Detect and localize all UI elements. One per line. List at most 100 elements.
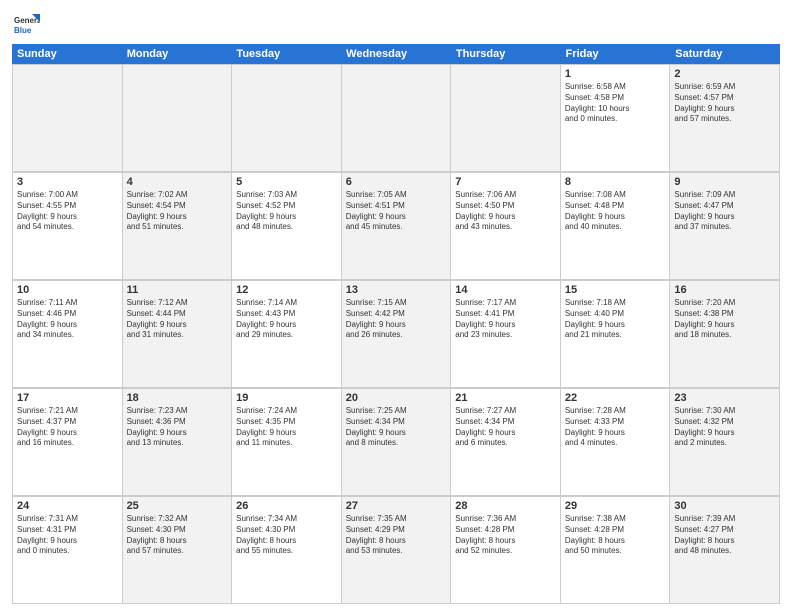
day-number: 5 bbox=[236, 176, 337, 188]
weekday-header: Wednesday bbox=[341, 44, 451, 64]
day-number: 3 bbox=[17, 176, 118, 188]
day-number: 26 bbox=[236, 500, 337, 512]
day-info: Sunrise: 7:24 AM Sunset: 4:35 PM Dayligh… bbox=[236, 406, 337, 449]
calendar-cell: 5 Sunrise: 7:03 AM Sunset: 4:52 PM Daylig… bbox=[232, 173, 342, 280]
day-number: 2 bbox=[674, 68, 775, 80]
calendar-cell: 25 Sunrise: 7:32 AM Sunset: 4:30 PM Dayli… bbox=[123, 497, 233, 604]
day-number: 23 bbox=[674, 392, 775, 404]
calendar-row: 24 Sunrise: 7:31 AM Sunset: 4:31 PM Dayli… bbox=[12, 496, 780, 604]
calendar-cell: 16 Sunrise: 7:20 AM Sunset: 4:38 PM Dayli… bbox=[670, 281, 780, 388]
calendar-row: 1Sunrise: 6:58 AM Sunset: 4:58 PM Daylig… bbox=[12, 64, 780, 172]
day-number: 14 bbox=[455, 284, 556, 296]
day-info: Sunrise: 7:03 AM Sunset: 4:52 PM Dayligh… bbox=[236, 190, 337, 233]
day-number: 7 bbox=[455, 176, 556, 188]
calendar-cell bbox=[451, 65, 561, 172]
calendar-row: 10 Sunrise: 7:11 AM Sunset: 4:46 PM Dayli… bbox=[12, 280, 780, 388]
weekday-header: Friday bbox=[561, 44, 671, 64]
day-info: Sunrise: 7:08 AM Sunset: 4:48 PM Dayligh… bbox=[565, 190, 666, 233]
day-number: 10 bbox=[17, 284, 118, 296]
calendar-cell: 22Sunrise: 7:28 AM Sunset: 4:33 PM Dayli… bbox=[561, 389, 671, 496]
day-info: Sunrise: 6:58 AM Sunset: 4:58 PM Dayligh… bbox=[565, 82, 666, 125]
svg-text:Blue: Blue bbox=[14, 26, 32, 35]
calendar-cell: 30Sunrise: 7:39 AM Sunset: 4:27 PM Dayli… bbox=[670, 497, 780, 604]
calendar-cell: 11 Sunrise: 7:12 AM Sunset: 4:44 PM Dayli… bbox=[123, 281, 233, 388]
logo-icon: General Blue bbox=[12, 10, 40, 38]
day-number: 28 bbox=[455, 500, 556, 512]
calendar-cell: 6Sunrise: 7:05 AM Sunset: 4:51 PM Daylig… bbox=[342, 173, 452, 280]
calendar-cell: 26 Sunrise: 7:34 AM Sunset: 4:30 PM Dayli… bbox=[232, 497, 342, 604]
calendar-cell: 2 Sunrise: 6:59 AM Sunset: 4:57 PM Daylig… bbox=[670, 65, 780, 172]
day-info: Sunrise: 7:25 AM Sunset: 4:34 PM Dayligh… bbox=[346, 406, 447, 449]
day-info: Sunrise: 7:14 AM Sunset: 4:43 PM Dayligh… bbox=[236, 298, 337, 341]
calendar: SundayMondayTuesdayWednesdayThursdayFrid… bbox=[12, 44, 780, 604]
weekday-header: Tuesday bbox=[231, 44, 341, 64]
day-info: Sunrise: 7:12 AM Sunset: 4:44 PM Dayligh… bbox=[127, 298, 228, 341]
calendar-cell: 1Sunrise: 6:58 AM Sunset: 4:58 PM Daylig… bbox=[561, 65, 671, 172]
day-number: 12 bbox=[236, 284, 337, 296]
calendar-cell: 9 Sunrise: 7:09 AM Sunset: 4:47 PM Daylig… bbox=[670, 173, 780, 280]
day-info: Sunrise: 7:06 AM Sunset: 4:50 PM Dayligh… bbox=[455, 190, 556, 233]
calendar-cell: 28 Sunrise: 7:36 AM Sunset: 4:28 PM Dayli… bbox=[451, 497, 561, 604]
day-info: Sunrise: 7:21 AM Sunset: 4:37 PM Dayligh… bbox=[17, 406, 118, 449]
calendar-cell: 15Sunrise: 7:18 AM Sunset: 4:40 PM Dayli… bbox=[561, 281, 671, 388]
day-number: 20 bbox=[346, 392, 447, 404]
calendar-cell bbox=[13, 65, 123, 172]
calendar-cell: 18 Sunrise: 7:23 AM Sunset: 4:36 PM Dayli… bbox=[123, 389, 233, 496]
calendar-cell: 17 Sunrise: 7:21 AM Sunset: 4:37 PM Dayli… bbox=[13, 389, 123, 496]
day-number: 17 bbox=[17, 392, 118, 404]
weekday-header: Sunday bbox=[12, 44, 122, 64]
calendar-cell: 14Sunrise: 7:17 AM Sunset: 4:41 PM Dayli… bbox=[451, 281, 561, 388]
day-number: 25 bbox=[127, 500, 228, 512]
day-info: Sunrise: 7:27 AM Sunset: 4:34 PM Dayligh… bbox=[455, 406, 556, 449]
day-info: Sunrise: 7:23 AM Sunset: 4:36 PM Dayligh… bbox=[127, 406, 228, 449]
calendar-header: SundayMondayTuesdayWednesdayThursdayFrid… bbox=[12, 44, 780, 64]
calendar-row: 17 Sunrise: 7:21 AM Sunset: 4:37 PM Dayli… bbox=[12, 388, 780, 496]
day-info: Sunrise: 7:02 AM Sunset: 4:54 PM Dayligh… bbox=[127, 190, 228, 233]
day-number: 9 bbox=[674, 176, 775, 188]
calendar-cell: 21 Sunrise: 7:27 AM Sunset: 4:34 PM Dayli… bbox=[451, 389, 561, 496]
calendar-cell: 19 Sunrise: 7:24 AM Sunset: 4:35 PM Dayli… bbox=[232, 389, 342, 496]
day-info: Sunrise: 7:30 AM Sunset: 4:32 PM Dayligh… bbox=[674, 406, 775, 449]
day-number: 16 bbox=[674, 284, 775, 296]
day-info: Sunrise: 7:35 AM Sunset: 4:29 PM Dayligh… bbox=[346, 514, 447, 557]
day-info: Sunrise: 7:20 AM Sunset: 4:38 PM Dayligh… bbox=[674, 298, 775, 341]
day-info: Sunrise: 7:34 AM Sunset: 4:30 PM Dayligh… bbox=[236, 514, 337, 557]
day-number: 8 bbox=[565, 176, 666, 188]
calendar-cell: 29Sunrise: 7:38 AM Sunset: 4:28 PM Dayli… bbox=[561, 497, 671, 604]
calendar-cell: 24 Sunrise: 7:31 AM Sunset: 4:31 PM Dayli… bbox=[13, 497, 123, 604]
day-info: Sunrise: 7:39 AM Sunset: 4:27 PM Dayligh… bbox=[674, 514, 775, 557]
day-info: Sunrise: 7:28 AM Sunset: 4:33 PM Dayligh… bbox=[565, 406, 666, 449]
day-info: Sunrise: 7:05 AM Sunset: 4:51 PM Dayligh… bbox=[346, 190, 447, 233]
day-number: 18 bbox=[127, 392, 228, 404]
weekday-header: Monday bbox=[122, 44, 232, 64]
calendar-cell: 13Sunrise: 7:15 AM Sunset: 4:42 PM Dayli… bbox=[342, 281, 452, 388]
calendar-cell bbox=[123, 65, 233, 172]
day-number: 11 bbox=[127, 284, 228, 296]
weekday-header: Saturday bbox=[670, 44, 780, 64]
day-number: 24 bbox=[17, 500, 118, 512]
day-number: 19 bbox=[236, 392, 337, 404]
day-info: Sunrise: 7:11 AM Sunset: 4:46 PM Dayligh… bbox=[17, 298, 118, 341]
day-info: Sunrise: 7:09 AM Sunset: 4:47 PM Dayligh… bbox=[674, 190, 775, 233]
day-number: 13 bbox=[346, 284, 447, 296]
day-info: Sunrise: 6:59 AM Sunset: 4:57 PM Dayligh… bbox=[674, 82, 775, 125]
calendar-row: 3 Sunrise: 7:00 AM Sunset: 4:55 PM Daylig… bbox=[12, 172, 780, 280]
calendar-body: 1Sunrise: 6:58 AM Sunset: 4:58 PM Daylig… bbox=[12, 64, 780, 604]
calendar-cell: 27 Sunrise: 7:35 AM Sunset: 4:29 PM Dayli… bbox=[342, 497, 452, 604]
calendar-cell: 4 Sunrise: 7:02 AM Sunset: 4:54 PM Daylig… bbox=[123, 173, 233, 280]
calendar-cell bbox=[232, 65, 342, 172]
day-info: Sunrise: 7:00 AM Sunset: 4:55 PM Dayligh… bbox=[17, 190, 118, 233]
day-info: Sunrise: 7:36 AM Sunset: 4:28 PM Dayligh… bbox=[455, 514, 556, 557]
logo: General Blue bbox=[12, 10, 44, 38]
calendar-cell: 10 Sunrise: 7:11 AM Sunset: 4:46 PM Dayli… bbox=[13, 281, 123, 388]
calendar-cell: 12 Sunrise: 7:14 AM Sunset: 4:43 PM Dayli… bbox=[232, 281, 342, 388]
day-info: Sunrise: 7:32 AM Sunset: 4:30 PM Dayligh… bbox=[127, 514, 228, 557]
weekday-header: Thursday bbox=[451, 44, 561, 64]
calendar-cell bbox=[342, 65, 452, 172]
calendar-cell: 7 Sunrise: 7:06 AM Sunset: 4:50 PM Daylig… bbox=[451, 173, 561, 280]
day-number: 4 bbox=[127, 176, 228, 188]
day-number: 21 bbox=[455, 392, 556, 404]
day-number: 15 bbox=[565, 284, 666, 296]
day-info: Sunrise: 7:31 AM Sunset: 4:31 PM Dayligh… bbox=[17, 514, 118, 557]
day-number: 27 bbox=[346, 500, 447, 512]
